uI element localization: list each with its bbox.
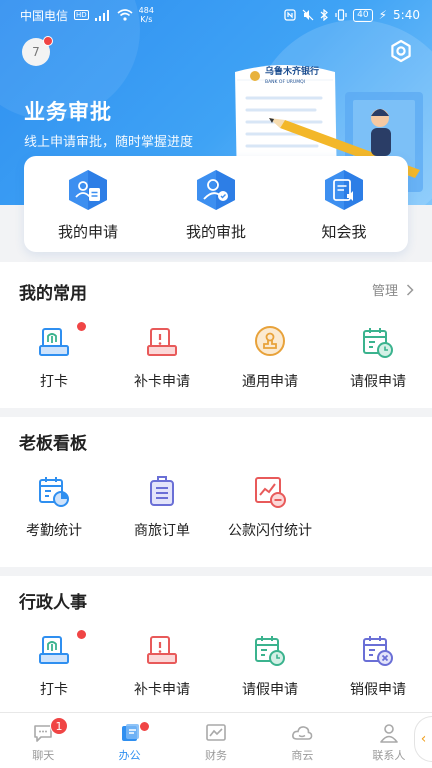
carrier-text: 中国电信 bbox=[20, 8, 69, 23]
grid-item-label: 请假申请 bbox=[350, 374, 406, 390]
manage-label: 管理 bbox=[371, 284, 398, 299]
clock-text: 5:40 bbox=[393, 8, 420, 22]
grid-item-attendance-stats[interactable]: 考勤统计 bbox=[0, 475, 108, 540]
page-subtitle: 线上申请审批，随时掌握进度 bbox=[24, 135, 194, 150]
grid-item-clock-in[interactable]: 打卡 bbox=[0, 322, 108, 391]
charging-icon: ⚡ bbox=[378, 8, 388, 22]
bank-name-cn: 乌鲁木齐银行 bbox=[265, 65, 319, 77]
notify-document-icon bbox=[325, 170, 363, 210]
tab-label: 办公 bbox=[118, 749, 141, 762]
grid-item-cancel-leave[interactable]: 销假申请 bbox=[324, 634, 432, 699]
chevron-left-icon: ‹ bbox=[420, 731, 427, 747]
grid-item-label: 商旅订单 bbox=[134, 523, 190, 539]
vibrate-icon bbox=[335, 9, 347, 21]
my-approval-button[interactable]: 我的审批 bbox=[152, 156, 280, 252]
avatar[interactable]: 7 bbox=[22, 36, 53, 66]
boss-board-section: 老板看板 考勤统计 商旅订单 公款闪付统计 bbox=[0, 417, 432, 567]
grid-item-label: 补卡申请 bbox=[134, 374, 190, 390]
battery-indicator: 40 bbox=[353, 8, 373, 22]
supplement-card-icon bbox=[147, 328, 177, 356]
grid-item-clock-in[interactable]: 打卡 bbox=[0, 630, 108, 699]
mute-icon bbox=[302, 9, 314, 21]
my-application-label: 我的申请 bbox=[57, 223, 118, 241]
notification-dot bbox=[77, 630, 86, 639]
bank-name-en: BANK OF URUMQI bbox=[265, 79, 305, 85]
notification-dot bbox=[140, 722, 150, 731]
fingerprint-clock-icon bbox=[39, 328, 69, 356]
section-title: 我的常用 bbox=[19, 284, 87, 304]
grid-item-label: 打卡 bbox=[40, 682, 68, 698]
tab-label: 商云 bbox=[291, 749, 314, 762]
notification-dot bbox=[77, 322, 86, 331]
calendar-leave-icon bbox=[363, 328, 393, 358]
grid-item-label: 补卡申请 bbox=[134, 682, 190, 698]
grid-item-general-application[interactable]: 通用申请 bbox=[216, 326, 324, 391]
signal-icon bbox=[94, 9, 109, 21]
grid-item-label: 考勤统计 bbox=[26, 523, 82, 539]
my-application-button[interactable]: 我的申请 bbox=[24, 156, 152, 252]
section-title: 老板看板 bbox=[19, 434, 87, 454]
grid-item-label: 打卡 bbox=[40, 374, 68, 390]
grid-item-label: 通用申请 bbox=[242, 374, 298, 390]
tab-finance[interactable]: 财务 bbox=[173, 713, 259, 768]
tab-label: 财务 bbox=[205, 749, 228, 762]
grid-item-supplement-card[interactable]: 补卡申请 bbox=[108, 634, 216, 699]
grid-item-travel-orders[interactable]: 商旅订单 bbox=[108, 475, 216, 540]
office-icon bbox=[121, 724, 139, 741]
grid-item-public-payment-stats[interactable]: 公款闪付统计 bbox=[216, 475, 324, 540]
grid-item-label: 请假申请 bbox=[242, 682, 298, 698]
grid-item-leave-application[interactable]: 请假申请 bbox=[324, 326, 432, 391]
tab-office[interactable]: 办公 bbox=[86, 713, 172, 768]
section-title: 行政人事 bbox=[19, 593, 87, 613]
notification-dot bbox=[43, 36, 53, 46]
bottom-tab-bar: 1 聊天 办公 财务 商云 联系人 bbox=[0, 712, 432, 768]
stamp-icon bbox=[255, 326, 285, 356]
cloud-icon bbox=[292, 726, 313, 740]
manage-link[interactable]: 管理 bbox=[372, 280, 414, 299]
network-speed: 484 K/s bbox=[138, 6, 154, 24]
grid-item-leave-application[interactable]: 请假申请 bbox=[216, 634, 324, 699]
tab-chat[interactable]: 1 聊天 bbox=[0, 713, 86, 768]
status-bar: 中国电信 HD 484 K/s 40 ⚡ 5:40 bbox=[0, 0, 432, 30]
notify-me-button[interactable]: 知会我 bbox=[280, 156, 408, 252]
finance-chart-icon bbox=[206, 724, 226, 741]
chevron-right-icon bbox=[406, 283, 414, 296]
tab-business-cloud[interactable]: 商云 bbox=[259, 713, 345, 768]
hd-icon: HD bbox=[74, 10, 89, 20]
bluetooth-icon bbox=[320, 9, 329, 21]
fingerprint-clock-icon bbox=[39, 636, 69, 664]
quick-actions-card: 我的申请 我的审批 知会我 bbox=[24, 156, 408, 252]
calendar-cancel-icon bbox=[363, 636, 393, 666]
document-person-icon bbox=[69, 170, 107, 210]
tab-label: 聊天 bbox=[32, 749, 55, 762]
calendar-leave-icon bbox=[255, 636, 285, 666]
nfc-icon bbox=[284, 9, 296, 21]
calendar-stats-icon bbox=[39, 477, 69, 507]
grid-item-label: 销假申请 bbox=[350, 682, 406, 698]
common-section: 我的常用 管理 打卡 补卡申请 通用申请 请假申请 bbox=[0, 262, 432, 408]
grid-item-label: 公款闪付统计 bbox=[228, 523, 312, 539]
tab-label: 联系人 bbox=[372, 749, 406, 762]
wifi-icon bbox=[117, 9, 133, 21]
luggage-icon bbox=[150, 476, 174, 506]
supplement-card-icon bbox=[147, 636, 177, 664]
page-title: 业务审批 bbox=[24, 100, 112, 124]
notify-me-label: 知会我 bbox=[321, 223, 367, 241]
person-approve-icon bbox=[197, 170, 235, 210]
contacts-icon bbox=[380, 724, 398, 743]
unread-badge: 1 bbox=[50, 717, 68, 735]
my-approval-label: 我的审批 bbox=[185, 223, 246, 241]
payment-chart-icon bbox=[255, 477, 286, 508]
grid-item-supplement-card[interactable]: 补卡申请 bbox=[108, 326, 216, 391]
admin-hr-section: 行政人事 打卡 补卡申请 请假申请 销假申请 bbox=[0, 576, 432, 712]
